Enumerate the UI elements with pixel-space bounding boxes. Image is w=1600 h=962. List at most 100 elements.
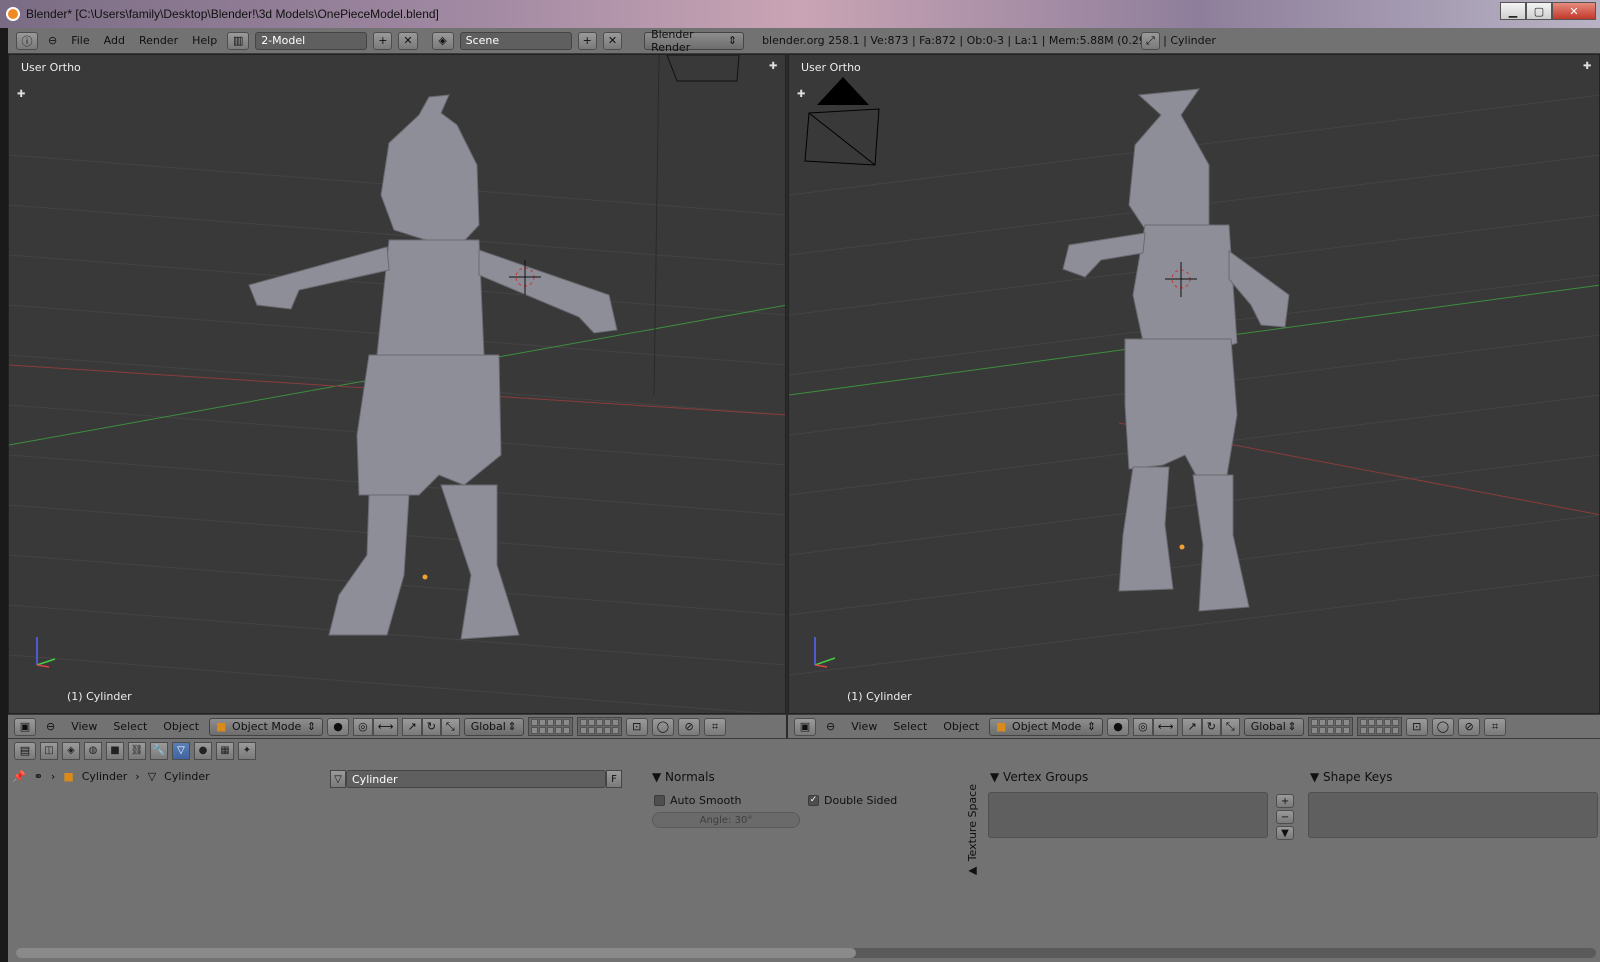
menu-help[interactable]: Help <box>188 34 221 47</box>
tab-render-icon[interactable]: ◫ <box>40 741 58 760</box>
remove-vertex-group-button[interactable]: − <box>1276 810 1294 824</box>
orientation-dropdown[interactable]: Global ⇕ <box>463 717 524 736</box>
toolshelf-toggle-icon[interactable]: ✚ <box>17 90 25 100</box>
snap-target-icon[interactable]: ⌗ <box>704 717 727 736</box>
editor-type-properties-icon[interactable]: ▤ <box>14 741 36 760</box>
snap-toggle-icon[interactable]: ⊘ <box>678 717 701 736</box>
tab-material-icon[interactable]: ● <box>194 741 212 760</box>
editor-type-3dview-icon[interactable]: ▣ <box>794 717 816 736</box>
viewport-left[interactable]: User Ortho ✚ ✚ (1) Cylinder <box>8 54 786 714</box>
scene-field[interactable]: Scene <box>459 31 572 50</box>
menu-object[interactable]: Object <box>157 720 205 733</box>
manipulator-scale-icon[interactable]: ⤡ <box>440 717 460 736</box>
viewport-right[interactable]: User Ortho ✚ ✚ (1) Cylinder <box>788 54 1600 714</box>
mesh-name-field[interactable]: Cylinder <box>346 770 606 788</box>
auto-smooth-row[interactable]: Auto Smooth <box>654 794 741 807</box>
proportional-edit-icon[interactable]: ◯ <box>1431 717 1455 736</box>
fake-user-button[interactable]: F <box>606 770 622 788</box>
manipulator-scale-icon[interactable]: ⤡ <box>1220 717 1240 736</box>
layers-a[interactable] <box>527 717 573 736</box>
double-sided-row[interactable]: ✓ Double Sided <box>808 794 897 807</box>
tab-mesh-data-icon[interactable]: ▽ <box>172 741 190 760</box>
menu-add[interactable]: Add <box>100 34 129 47</box>
menu-view[interactable]: View <box>65 720 103 733</box>
angle-slider[interactable]: Angle: 30° <box>652 812 800 828</box>
mode-dropdown[interactable]: ■ Object Mode ⇕ <box>209 717 324 736</box>
tab-world-icon[interactable]: ◍ <box>84 741 102 760</box>
editor-type-3dview-icon[interactable]: ▣ <box>14 717 36 736</box>
screen-layout-icon[interactable]: ▥ <box>227 31 250 50</box>
vertex-group-specials-button[interactable]: ▼ <box>1276 826 1294 840</box>
tab-object-icon[interactable]: ■ <box>106 741 124 760</box>
tab-modifiers-icon[interactable]: 🔧 <box>150 741 168 760</box>
fullscreen-toggle-icon[interactable]: ⤢ <box>1141 31 1160 50</box>
mesh-browse-icon[interactable]: ▽ <box>330 770 346 788</box>
manipulator-translate-icon[interactable]: ↗ <box>402 717 422 736</box>
minimize-button[interactable]: ▁ <box>1500 2 1526 20</box>
layers-a[interactable] <box>1307 717 1353 736</box>
render-engine-dropdown[interactable]: Blender Render ⇕ <box>644 28 745 54</box>
remove-screen-icon[interactable]: ✕ <box>398 31 418 50</box>
tab-texture-icon[interactable]: ▦ <box>216 741 234 760</box>
editor-type-info-icon[interactable]: ⓘ <box>16 31 38 50</box>
info-header: ⓘ ⊖ File Add Render Help ▥ 2-Model + ✕ ◈… <box>8 28 1600 54</box>
viewport-shading-icon[interactable]: ● <box>327 717 350 736</box>
layers-b[interactable] <box>1356 717 1402 736</box>
add-vertex-group-button[interactable]: + <box>1276 794 1294 808</box>
orientation-label: Global <box>1250 720 1286 733</box>
properties-toggle-icon[interactable]: ✚ <box>769 62 777 72</box>
texture-space-panel[interactable]: ▶ Texture Space <box>966 784 979 878</box>
mode-dropdown[interactable]: ■ Object Mode ⇕ <box>989 717 1104 736</box>
vertex-groups-panel-title[interactable]: ▼ Vertex Groups <box>990 770 1088 784</box>
collapse-menu-icon[interactable]: ⊖ <box>820 720 841 733</box>
shape-keys-list[interactable] <box>1308 792 1598 838</box>
menu-file[interactable]: File <box>67 34 93 47</box>
add-screen-icon[interactable]: + <box>373 31 393 50</box>
breadcrumb-mesh: Cylinder <box>164 770 210 783</box>
layers-b[interactable] <box>576 717 622 736</box>
maximize-button[interactable]: ▢ <box>1526 2 1552 20</box>
tab-constraints-icon[interactable]: ⛓ <box>128 741 146 760</box>
horizontal-scrollbar[interactable] <box>16 948 1596 958</box>
chevron-right-icon: › <box>50 770 56 783</box>
close-button[interactable]: ✕ <box>1552 2 1596 20</box>
manipulator-toggle-icon[interactable]: ⟷ <box>1152 717 1179 736</box>
tab-scene-icon[interactable]: ◈ <box>62 741 80 760</box>
normals-title-text: Normals <box>665 770 715 784</box>
orientation-dropdown[interactable]: Global ⇕ <box>1243 717 1304 736</box>
menu-render[interactable]: Render <box>135 34 182 47</box>
lock-layers-icon[interactable]: ⊡ <box>1405 717 1428 736</box>
normals-panel-title[interactable]: ▼ Normals <box>652 770 715 784</box>
collapse-menu-icon[interactable]: ⊖ <box>44 34 61 47</box>
manipulator-rotate-icon[interactable]: ↻ <box>421 717 441 736</box>
manipulator-rotate-icon[interactable]: ↻ <box>1201 717 1221 736</box>
pivot-point-icon[interactable]: ◎ <box>1133 717 1153 736</box>
auto-smooth-checkbox[interactable] <box>654 795 665 806</box>
menu-select[interactable]: Select <box>887 720 933 733</box>
pin-icon[interactable]: 📌 <box>12 770 26 783</box>
menu-view[interactable]: View <box>845 720 883 733</box>
screen-layout-field[interactable]: 2-Model <box>255 31 368 50</box>
properties-toggle-icon[interactable]: ✚ <box>1583 62 1591 72</box>
manipulator-translate-icon[interactable]: ↗ <box>1182 717 1202 736</box>
menu-object[interactable]: Object <box>937 720 985 733</box>
collapse-menu-icon[interactable]: ⊖ <box>40 720 61 733</box>
manipulator-toggle-icon[interactable]: ⟷ <box>372 717 399 736</box>
double-sided-checkbox[interactable]: ✓ <box>808 795 819 806</box>
lock-layers-icon[interactable]: ⊡ <box>625 717 648 736</box>
toolshelf-toggle-icon[interactable]: ✚ <box>797 90 805 100</box>
shape-keys-panel-title[interactable]: ▼ Shape Keys <box>1310 770 1392 784</box>
viewport-shading-icon[interactable]: ● <box>1107 717 1130 736</box>
remove-scene-icon[interactable]: ✕ <box>602 31 623 50</box>
vertex-groups-list[interactable] <box>988 792 1268 838</box>
snap-toggle-icon[interactable]: ⊘ <box>1458 717 1481 736</box>
angle-value: Angle: 30° <box>699 814 753 826</box>
tab-particles-icon[interactable]: ✦ <box>238 741 256 760</box>
menu-select[interactable]: Select <box>107 720 153 733</box>
snap-target-icon[interactable]: ⌗ <box>1484 717 1507 736</box>
scrollbar-thumb[interactable] <box>16 948 856 958</box>
pivot-point-icon[interactable]: ◎ <box>353 717 373 736</box>
add-scene-icon[interactable]: + <box>577 31 597 50</box>
scene-icon[interactable]: ◈ <box>431 31 454 50</box>
proportional-edit-icon[interactable]: ◯ <box>651 717 675 736</box>
